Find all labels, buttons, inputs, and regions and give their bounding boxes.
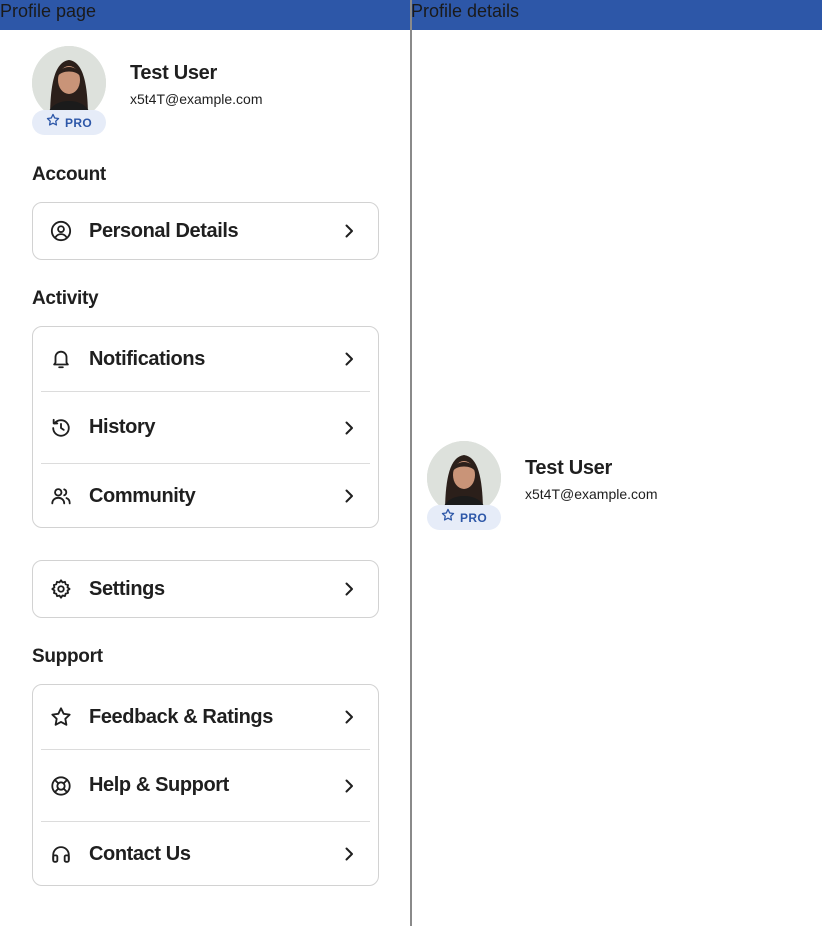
history-icon (50, 417, 72, 439)
support-card: Feedback & Ratings Help & Support Contac… (32, 684, 379, 886)
settings-card: Settings (32, 560, 379, 618)
chevron-right-icon (341, 778, 357, 794)
star-icon (46, 113, 60, 132)
account-card: Personal Details (32, 202, 379, 260)
section-title-account: Account (32, 164, 106, 185)
chevron-right-icon (341, 223, 357, 239)
menu-item-feedback-ratings[interactable]: Feedback & Ratings (33, 685, 378, 749)
menu-item-notifications[interactable]: Notifications (33, 327, 378, 391)
chevron-right-icon (341, 488, 357, 504)
menu-item-community[interactable]: Community (33, 464, 378, 528)
menu-item-settings[interactable]: Settings (33, 561, 378, 617)
menu-item-label: Community (89, 484, 196, 507)
bell-icon (50, 348, 72, 370)
menu-item-help-support[interactable]: Help & Support (33, 750, 378, 821)
menu-item-label: History (89, 416, 156, 438)
pro-badge-label: PRO (460, 510, 487, 525)
menu-item-personal-details[interactable]: Personal Details (33, 203, 378, 259)
menu-item-label: Notifications (89, 347, 205, 370)
menu-item-label: Help & Support (89, 774, 229, 796)
menu-item-label: Settings (89, 577, 165, 600)
chevron-right-icon (341, 420, 357, 436)
profile-email: x5t4T@example.com (130, 91, 263, 107)
profile-name: Test User (130, 62, 217, 84)
profile-details-pane: PRO Test User x5t4T@example.com (412, 30, 822, 926)
profile-page-pane: PRO Test User x5t4T@example.com Account … (0, 30, 410, 926)
profile-header: PRO Test User x5t4T@example.com (32, 46, 372, 138)
menu-item-history[interactable]: History (33, 392, 378, 463)
headphones-icon (50, 843, 72, 865)
chevron-right-icon (341, 846, 357, 862)
chevron-right-icon (341, 351, 357, 367)
profile-name: Test User (525, 457, 612, 479)
lifebuoy-icon (50, 775, 72, 797)
pro-badge: PRO (32, 110, 106, 135)
activity-card: Notifications History Community (32, 326, 379, 528)
star-icon (441, 508, 455, 527)
avatar[interactable] (427, 441, 501, 515)
chevron-right-icon (341, 709, 357, 725)
pro-badge-label: PRO (65, 115, 92, 130)
profile-email: x5t4T@example.com (525, 486, 658, 502)
pro-badge: PRO (427, 505, 501, 530)
menu-item-label: Personal Details (89, 219, 239, 242)
user-circle-icon (50, 220, 72, 242)
menu-item-label: Feedback & Ratings (89, 705, 273, 728)
profile-details-title: Profile details (411, 1, 520, 21)
section-title-support: Support (32, 646, 103, 667)
chevron-right-icon (341, 581, 357, 597)
star-icon (50, 706, 72, 728)
gear-icon (50, 578, 72, 600)
menu-item-label: Contact Us (89, 842, 191, 865)
details-profile-header: PRO Test User x5t4T@example.com (427, 441, 767, 533)
avatar[interactable] (32, 46, 106, 120)
profile-page-title: Profile page (0, 1, 97, 21)
menu-item-contact-us[interactable]: Contact Us (33, 822, 378, 886)
users-icon (50, 485, 72, 507)
section-title-activity: Activity (32, 288, 99, 309)
